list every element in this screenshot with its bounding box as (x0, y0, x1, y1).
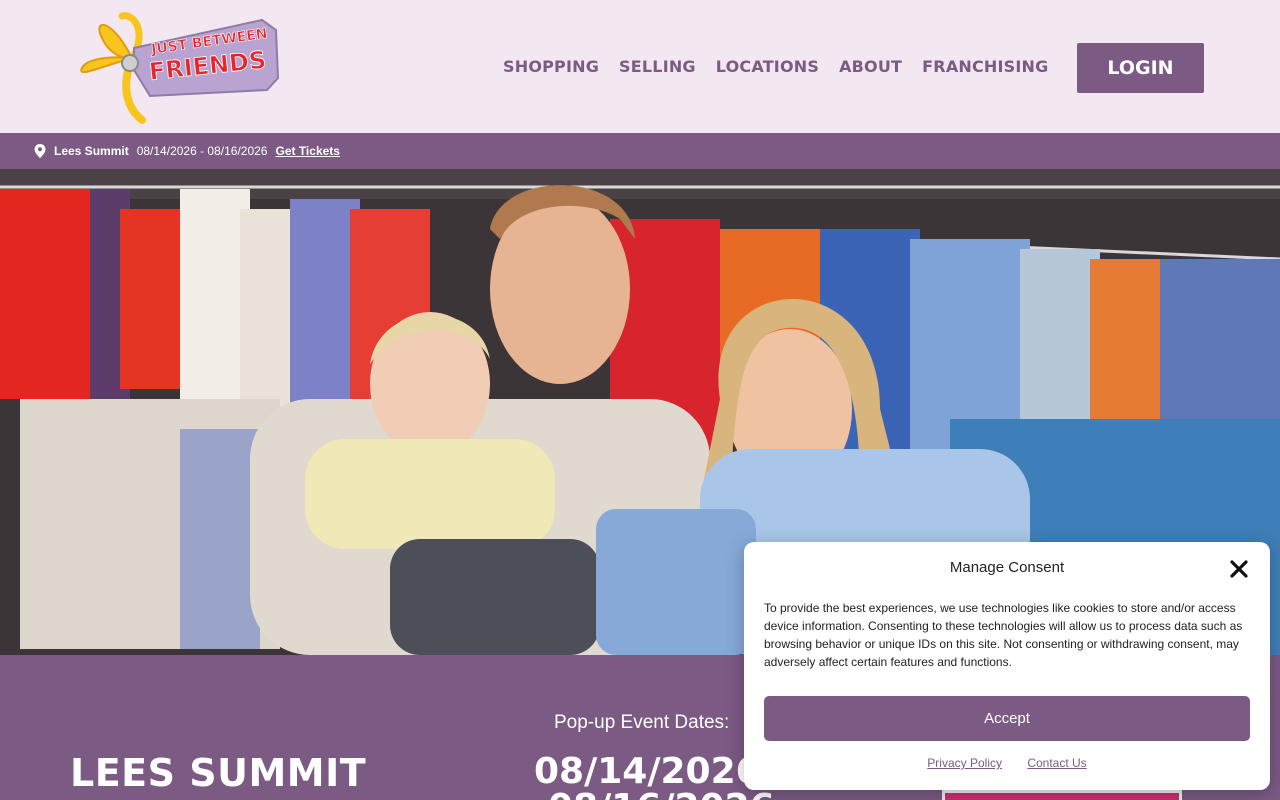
close-icon[interactable] (1228, 558, 1250, 580)
event-date-start: 08/14/2026 (534, 751, 761, 792)
get-tickets-link[interactable]: Get Tickets (275, 144, 339, 158)
event-location: Lees Summit (54, 144, 129, 158)
contact-us-link[interactable]: Contact Us (1027, 756, 1086, 770)
nav-franchising[interactable]: FRANCHISING (922, 57, 1048, 76)
event-card[interactable] (942, 790, 1182, 800)
site-header: JUST BETWEEN FRIENDS SHOPPING SELLING LO… (0, 0, 1280, 133)
accept-button[interactable]: Accept (764, 696, 1250, 741)
nav-shopping[interactable]: SHOPPING (503, 57, 599, 76)
login-button[interactable]: LOGIN (1077, 43, 1204, 93)
popup-event-label: Pop-up Event Dates: (554, 712, 730, 733)
just-between-friends-logo[interactable]: JUST BETWEEN FRIENDS (72, 8, 282, 126)
consent-body-text: To provide the best experiences, we use … (764, 601, 1243, 669)
nav-locations[interactable]: LOCATIONS (716, 57, 819, 76)
main-nav: SHOPPING SELLING LOCATIONS ABOUT FRANCHI… (503, 57, 1048, 76)
consent-modal: Manage Consent To provide the best exper… (744, 542, 1270, 790)
consent-links: Privacy Policy Contact Us (744, 756, 1270, 770)
consent-title: Manage Consent (949, 559, 1065, 576)
nav-about[interactable]: ABOUT (839, 57, 902, 76)
nav-selling[interactable]: SELLING (619, 57, 696, 76)
event-city-title: LEES SUMMIT (70, 751, 367, 795)
event-dates: 08/14/2026 - 08/16/2026 (136, 144, 268, 158)
privacy-policy-link[interactable]: Privacy Policy (927, 756, 1002, 770)
event-info-bar: Lees Summit 08/14/2026 - 08/16/2026 Get … (0, 133, 1280, 169)
location-pin-icon (34, 144, 46, 158)
event-date-end: 08/16/2026 (548, 787, 775, 800)
